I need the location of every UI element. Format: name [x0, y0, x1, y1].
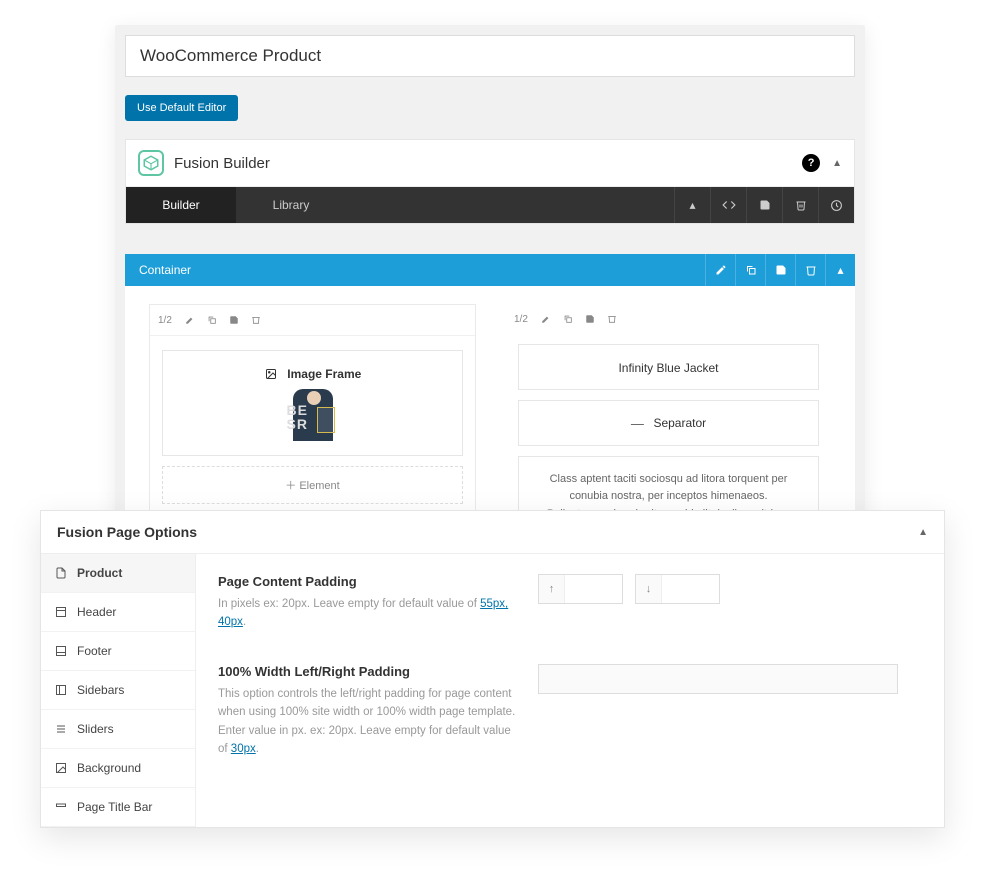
column-clone-icon[interactable] — [558, 310, 578, 328]
options-header: Fusion Page Options ▲ — [41, 511, 944, 554]
toolbar-caret-icon[interactable]: ▴ — [674, 187, 710, 223]
container-save-icon[interactable] — [765, 254, 795, 286]
element-title[interactable]: Infinity Blue Jacket — [518, 344, 819, 390]
use-default-editor-button[interactable]: Use Default Editor — [125, 95, 238, 121]
minus-icon: — — [631, 416, 644, 431]
sidebar-item-label: Sliders — [77, 722, 114, 736]
sliders-icon — [55, 723, 69, 735]
sidebar-item-sliders[interactable]: Sliders — [41, 710, 195, 749]
image-frame-label: Image Frame — [287, 367, 361, 381]
separator-label: Separator — [653, 416, 706, 430]
sidebar-item-sidebars[interactable]: Sidebars — [41, 671, 195, 710]
column-left-toolbar: 1/2 — [150, 305, 475, 336]
fusion-page-options-panel: Fusion Page Options ▲ Product Header Foo… — [40, 510, 945, 828]
sidebar-item-label: Sidebars — [77, 683, 124, 697]
container-label: Container — [125, 263, 705, 277]
option-row-padding: Page Content Padding In pixels ex: 20px.… — [218, 574, 922, 632]
layout-icon — [55, 645, 69, 657]
option-label: Page Content Padding — [218, 574, 518, 589]
sidebar-item-label: Product — [77, 566, 122, 580]
padding-bottom-field[interactable]: ↓ — [635, 574, 720, 604]
padding-top-input[interactable] — [565, 575, 622, 603]
toolbar-trash-icon[interactable] — [782, 187, 818, 223]
help-icon[interactable]: ? — [802, 154, 820, 172]
image-icon — [264, 368, 278, 380]
columns-icon — [55, 684, 69, 696]
default-value-link[interactable]: 30px — [231, 743, 256, 755]
column-ratio[interactable]: 1/2 — [514, 314, 528, 325]
padding-bottom-input[interactable] — [662, 575, 719, 603]
container-bar: Container ▴ — [125, 254, 855, 286]
options-title: Fusion Page Options — [57, 524, 918, 540]
column-trash-icon[interactable] — [246, 311, 266, 329]
sidebar-item-label: Footer — [77, 644, 112, 658]
add-element-button[interactable]: ＋ Element — [162, 466, 463, 504]
file-icon — [55, 566, 69, 580]
fusion-builder-header: Fusion Builder ? ▲ — [126, 140, 854, 187]
collapse-icon[interactable]: ▲ — [832, 158, 842, 169]
fullwidth-padding-input[interactable] — [538, 664, 898, 694]
column-trash-icon[interactable] — [602, 310, 622, 328]
option-row-fullwidth-padding: 100% Width Left/Right Padding This optio… — [218, 664, 922, 759]
container-trash-icon[interactable] — [795, 254, 825, 286]
sidebar-item-product[interactable]: Product — [41, 554, 195, 593]
option-help: In pixels ex: 20px. Leave empty for defa… — [218, 595, 518, 632]
sidebar-item-label: Background — [77, 761, 141, 775]
container-clone-icon[interactable] — [735, 254, 765, 286]
column-clone-icon[interactable] — [202, 311, 222, 329]
option-label: 100% Width Left/Right Padding — [218, 664, 518, 679]
sidebar-item-footer[interactable]: Footer — [41, 632, 195, 671]
sidebar-item-label: Page Title Bar — [77, 800, 152, 814]
plus-icon: ＋ — [285, 480, 296, 492]
column-right-toolbar: 1/2 — [506, 304, 831, 328]
layout-icon — [55, 606, 69, 618]
column-ratio[interactable]: 1/2 — [158, 315, 172, 326]
fusion-builder-box: Fusion Builder ? ▲ Builder Library ▴ — [125, 139, 855, 224]
collapse-icon[interactable]: ▲ — [918, 527, 928, 538]
column-save-icon[interactable] — [580, 310, 600, 328]
column-edit-icon[interactable] — [180, 311, 200, 329]
fusion-builder-title: Fusion Builder — [174, 155, 802, 172]
sidebar-item-label: Header — [77, 605, 116, 619]
product-title-input[interactable] — [125, 35, 855, 77]
container-collapse-icon[interactable]: ▴ — [825, 254, 855, 286]
option-help: This option controls the left/right padd… — [218, 685, 518, 759]
sidebar-item-page-title-bar[interactable]: Page Title Bar — [41, 788, 195, 827]
arrow-up-icon[interactable]: ↑ — [539, 575, 565, 603]
element-separator[interactable]: — Separator — [518, 400, 819, 446]
toolbar-code-icon[interactable] — [710, 187, 746, 223]
add-element-label: Element — [299, 480, 339, 492]
fusion-builder-tabs: Builder Library ▴ — [126, 187, 854, 223]
element-image-frame[interactable]: Image Frame BESR — [162, 350, 463, 456]
bar-icon — [55, 801, 69, 813]
container-edit-icon[interactable] — [705, 254, 735, 286]
options-content: Page Content Padding In pixels ex: 20px.… — [196, 554, 944, 827]
product-name: Infinity Blue Jacket — [618, 361, 718, 375]
sidebar-item-header[interactable]: Header — [41, 593, 195, 632]
sidebar-item-background[interactable]: Background — [41, 749, 195, 788]
options-sidebar: Product Header Footer Sidebars Sliders — [41, 554, 196, 827]
tab-builder[interactable]: Builder — [126, 187, 236, 223]
image-preview: BESR — [173, 389, 452, 441]
column-save-icon[interactable] — [224, 311, 244, 329]
image-icon — [55, 762, 69, 774]
toolbar-save-icon[interactable] — [746, 187, 782, 223]
padding-top-field[interactable]: ↑ — [538, 574, 623, 604]
column-edit-icon[interactable] — [536, 310, 556, 328]
tab-library[interactable]: Library — [236, 187, 346, 223]
arrow-down-icon[interactable]: ↓ — [636, 575, 662, 603]
toolbar-history-icon[interactable] — [818, 187, 854, 223]
fusion-logo-icon — [138, 150, 164, 176]
